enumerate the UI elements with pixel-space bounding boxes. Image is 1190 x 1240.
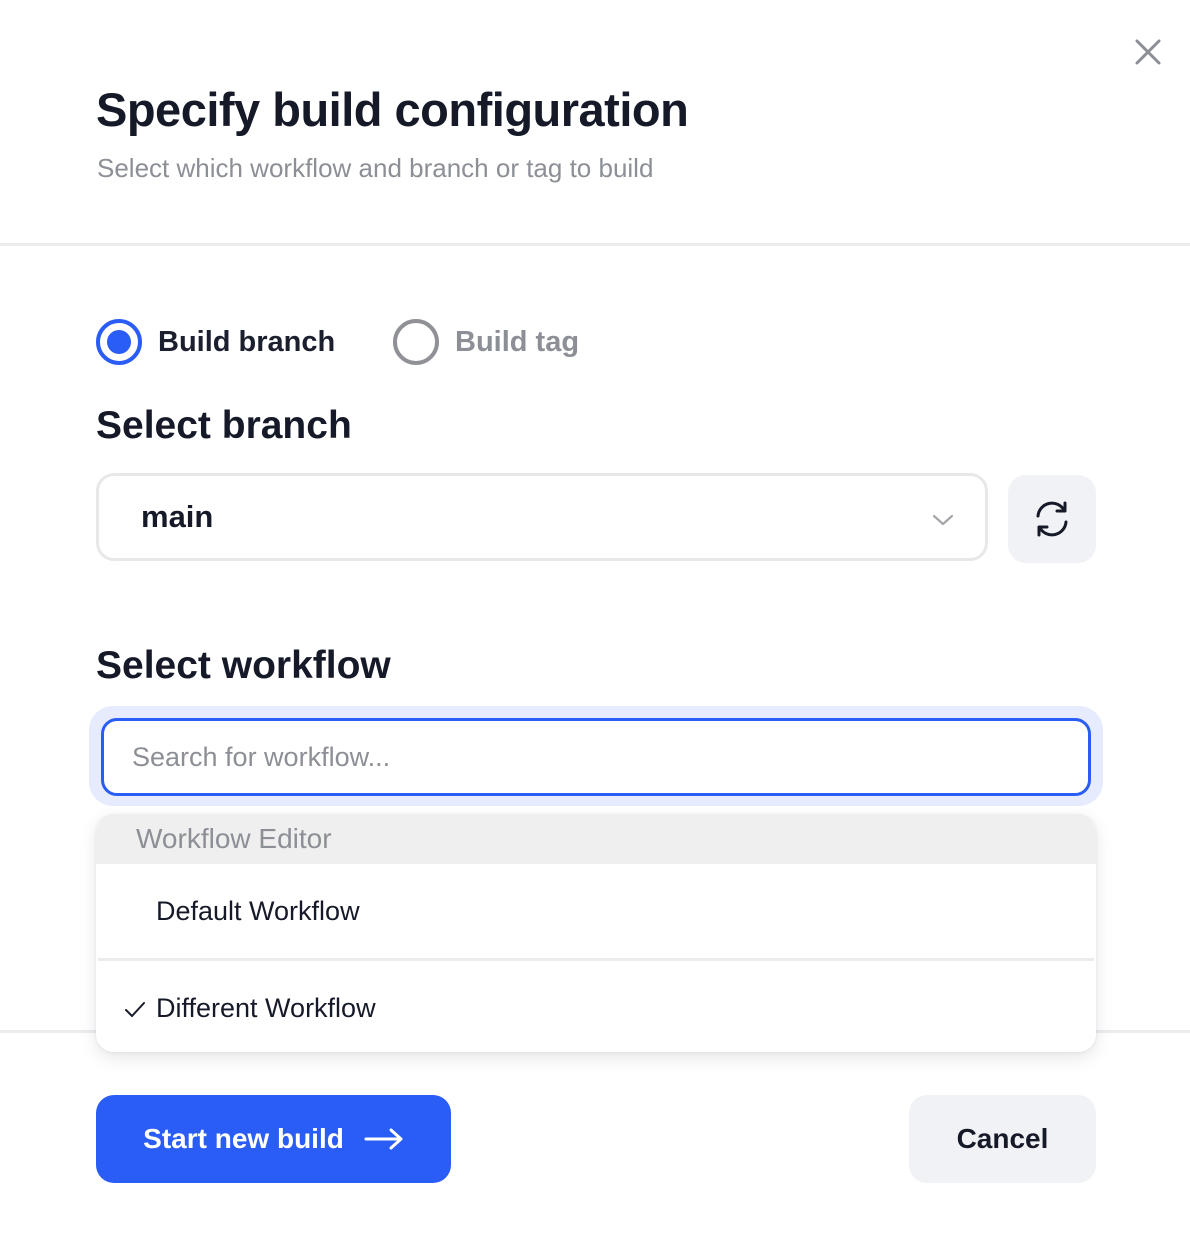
dialog-title: Specify build configuration — [96, 83, 689, 136]
build-branch-label: Build branch — [158, 325, 336, 358]
workflow-group-header: Workflow Editor — [96, 814, 1096, 864]
radio-checked-icon — [96, 319, 142, 365]
build-tag-label: Build tag — [455, 325, 580, 358]
select-branch-heading: Select branch — [96, 404, 352, 447]
close-button[interactable] — [1128, 32, 1168, 72]
dialog-subtitle: Select which workflow and branch or tag … — [97, 153, 654, 183]
workflow-search-input[interactable] — [101, 718, 1091, 796]
branch-select[interactable]: main — [96, 473, 988, 561]
header-divider — [0, 243, 1190, 246]
close-icon — [1135, 39, 1161, 65]
branch-selected-value: main — [141, 499, 214, 534]
build-type-radio-group: Build branch Build tag — [96, 318, 696, 366]
check-icon — [125, 1002, 145, 1017]
refresh-icon — [1036, 501, 1068, 537]
radio-unchecked-icon — [393, 319, 439, 365]
arrow-right-icon — [364, 1128, 403, 1150]
build-config-dialog: Specify build configuration Select which… — [0, 0, 1190, 1240]
workflow-option-label: Default Workflow — [156, 895, 360, 926]
cancel-label: Cancel — [956, 1123, 1049, 1154]
start-new-build-label: Start new build — [143, 1123, 344, 1154]
cancel-button[interactable]: Cancel — [909, 1095, 1096, 1183]
workflow-dropdown-menu: Workflow Editor Default Workflow Differe… — [96, 814, 1096, 1052]
workflow-option-different[interactable]: Different Workflow — [96, 961, 1096, 1052]
build-tag-radio[interactable]: Build tag — [393, 318, 579, 366]
workflow-option-label: Different Workflow — [156, 992, 376, 1023]
select-workflow-heading: Select workflow — [96, 644, 391, 687]
refresh-branches-button[interactable] — [1008, 475, 1096, 563]
workflow-option-default[interactable]: Default Workflow — [96, 864, 1096, 958]
start-new-build-button[interactable]: Start new build — [96, 1095, 451, 1183]
build-branch-radio[interactable]: Build branch — [96, 318, 335, 366]
chevron-down-icon — [931, 508, 955, 532]
